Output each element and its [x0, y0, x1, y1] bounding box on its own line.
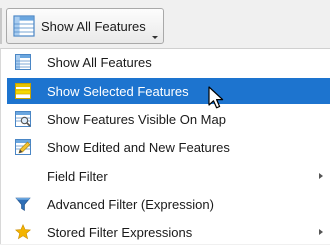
menu-item-label: Show Selected Features	[47, 83, 189, 99]
toolbar-separator	[0, 8, 2, 44]
menu-item-label: Show Edited and New Features	[47, 139, 230, 155]
menu-item-show-selected-features[interactable]: Show Selected Features	[7, 78, 330, 104]
attribute-table-toolbar: Show All Features	[0, 0, 330, 48]
filter-button-label: Show All Features	[41, 18, 146, 34]
table-icon	[15, 54, 31, 70]
menu-item-field-filter[interactable]: Field Filter	[7, 163, 330, 189]
table-icon	[13, 15, 35, 37]
feature-filter-menu: Show All Features Show Selected Features…	[0, 48, 330, 244]
menu-item-show-all-features[interactable]: Show All Features	[7, 49, 330, 75]
menu-item-label: Stored Filter Expressions	[47, 224, 193, 240]
star-icon	[15, 224, 31, 240]
menu-item-label: Show Features Visible On Map	[47, 111, 226, 127]
feature-filter-dropdown-button[interactable]: Show All Features	[6, 8, 164, 44]
submenu-arrow-icon	[319, 229, 323, 235]
menu-item-advanced-filter[interactable]: Advanced Filter (Expression)	[7, 191, 330, 217]
menu-item-stored-filter-expressions[interactable]: Stored Filter Expressions	[7, 219, 330, 245]
menu-item-label: Field Filter	[47, 168, 108, 184]
menu-item-show-edited-and-new-features[interactable]: Show Edited and New Features	[7, 134, 330, 160]
mouse-cursor-icon	[208, 86, 224, 109]
menu-item-label: Advanced Filter (Expression)	[47, 196, 214, 212]
menu-item-show-features-visible-on-map[interactable]: Show Features Visible On Map	[7, 106, 330, 132]
dropdown-arrow-icon	[152, 36, 158, 39]
edited-features-icon	[15, 139, 31, 155]
funnel-icon	[15, 197, 31, 212]
selected-table-icon	[15, 83, 31, 99]
map-filter-icon	[15, 111, 31, 127]
submenu-arrow-icon	[319, 173, 323, 179]
menu-item-label: Show All Features	[47, 54, 152, 70]
